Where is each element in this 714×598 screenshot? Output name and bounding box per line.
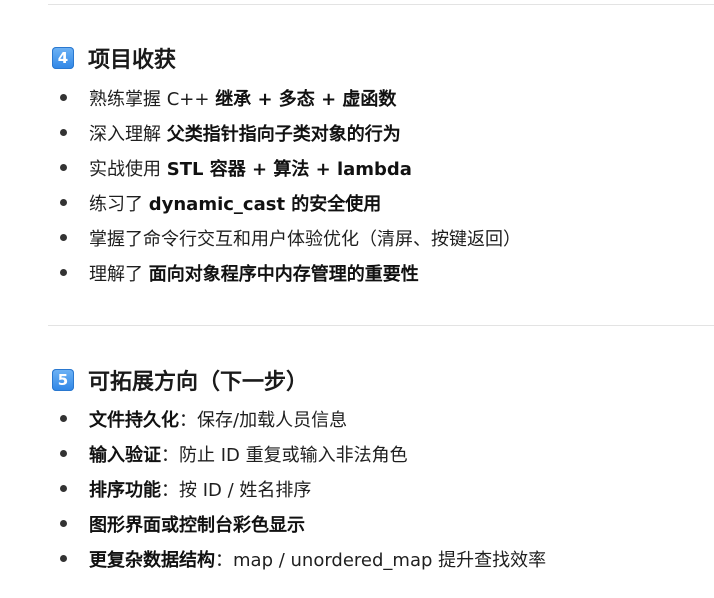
list-item: 掌握了命令行交互和用户体验优化（清屏、按键返回） <box>0 220 714 255</box>
bullet-icon <box>60 269 67 276</box>
section-4-heading: 4 项目收获 <box>52 42 176 74</box>
list-item: 练习了 dynamic_cast 的安全使用 <box>0 185 714 220</box>
top-divider <box>48 4 714 5</box>
body-text: ：map / unordered_map 提升查找效率 <box>215 549 547 571</box>
bullet-icon <box>60 164 67 171</box>
list-item: 图形界面或控制台彩色显示 <box>0 506 714 541</box>
emphasis-text: 输入验证 <box>89 444 161 466</box>
list-item: 更复杂数据结构 ：map / unordered_map 提升查找效率 <box>0 541 714 576</box>
list-item: 输入验证 ：防止 ID 重复或输入非法角色 <box>0 436 714 471</box>
keycap-five-icon: 5 <box>52 369 74 391</box>
body-text: 深入理解 <box>89 123 167 145</box>
middle-divider <box>48 325 714 326</box>
bullet-icon <box>60 450 67 457</box>
emphasis-text: 图形界面或控制台彩色显示 <box>89 514 305 536</box>
emphasis-text: 更复杂数据结构 <box>89 549 215 571</box>
emphasis-text: 文件持久化 <box>89 409 179 431</box>
list-item: 熟练掌握 C++ 继承 + 多态 + 虚函数 <box>0 80 714 115</box>
section-4-title: 项目收获 <box>88 48 177 73</box>
bullet-icon <box>60 129 67 136</box>
bullet-icon <box>60 415 67 422</box>
emphasis-text: STL 容器 + 算法 + lambda <box>166 158 412 180</box>
emphasis-text: dynamic_cast 的安全使用 <box>148 193 382 215</box>
emphasis-text: 排序功能 <box>89 479 161 501</box>
bullet-icon <box>60 520 67 527</box>
body-text: 掌握了命令行交互和用户体验优化（清屏、按键返回） <box>89 228 521 250</box>
body-text: ：按 ID / 姓名排序 <box>161 479 312 501</box>
section-5-list: 文件持久化 ：保存/加载人员信息 输入验证 ：防止 ID 重复或输入非法角色 排序功能：… <box>0 401 714 576</box>
body-text: 实战使用 <box>89 158 167 180</box>
bullet-icon <box>60 555 67 562</box>
body-text: ：保存/加载人员信息 <box>179 409 348 431</box>
list-item: 排序功能 ：按 ID / 姓名排序 <box>0 471 714 506</box>
list-item: 实战使用 STL 容器 + 算法 + lambda <box>0 150 714 185</box>
list-item: 理解了 面向对象程序中内存管理的重要性 <box>0 255 714 290</box>
section-4-list: 熟练掌握 C++ 继承 + 多态 + 虚函数 深入理解 父类指针指向子类对象的行为… <box>0 80 714 290</box>
body-text: ：防止 ID 重复或输入非法角色 <box>161 444 408 466</box>
body-text: 熟练掌握 C++ <box>89 88 216 110</box>
list-item: 深入理解 父类指针指向子类对象的行为 <box>0 115 714 150</box>
section-5-title: 可拓展方向（下一步） <box>88 370 309 395</box>
bullet-icon <box>60 485 67 492</box>
body-text: 理解了 <box>89 263 149 285</box>
bullet-icon <box>60 94 67 101</box>
emphasis-text: 面向对象程序中内存管理的重要性 <box>148 263 419 285</box>
body-text: 练习了 <box>89 193 149 215</box>
section-5-heading: 5 可拓展方向（下一步） <box>52 364 308 396</box>
bullet-icon <box>60 234 67 241</box>
emphasis-text: 父类指针指向子类对象的行为 <box>166 123 401 145</box>
list-item: 文件持久化 ：保存/加载人员信息 <box>0 401 714 436</box>
bullet-icon <box>60 199 67 206</box>
emphasis-text: 继承 + 多态 + 虚函数 <box>215 88 397 110</box>
keycap-four-icon: 4 <box>52 47 74 69</box>
